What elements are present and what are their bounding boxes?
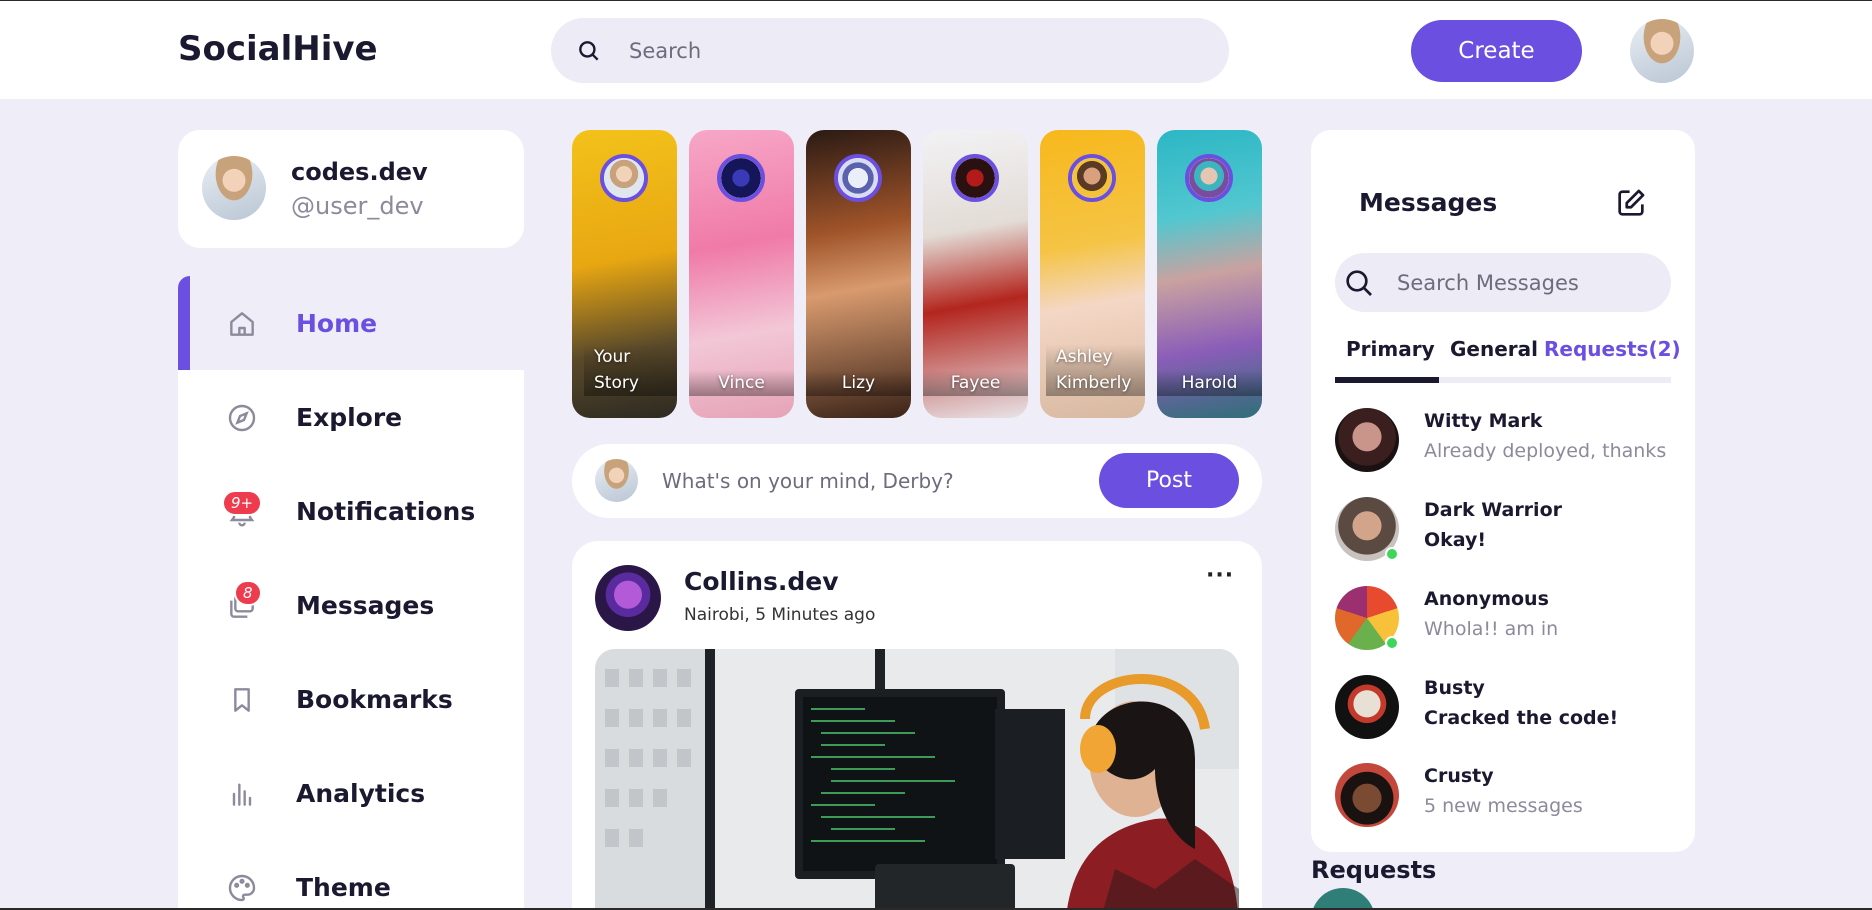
message-avatar [1335, 408, 1399, 472]
sidebar-item-label: Messages [296, 590, 435, 620]
messages-tabs: Primary General Requests(2) [1335, 337, 1681, 377]
story-card[interactable]: Your Story [572, 130, 677, 418]
post-input[interactable] [662, 444, 1062, 518]
message-preview: 5 new messages [1424, 795, 1583, 817]
message-preview: Already deployed, thanks [1424, 440, 1667, 462]
sidebar-item-bookmarks[interactable]: Bookmarks [178, 652, 524, 746]
message-sender: Anonymous [1424, 588, 1549, 610]
story-avatar [600, 154, 648, 202]
message-sender: Busty [1424, 677, 1485, 699]
sidebar-item-messages[interactable]: 8 Messages [178, 558, 524, 652]
story-card[interactable]: Fayee [923, 130, 1028, 418]
search-input[interactable] [629, 18, 1189, 83]
home-icon [226, 308, 258, 340]
story-avatar [1185, 154, 1233, 202]
analytics-icon [226, 778, 258, 810]
sidebar-item-explore[interactable]: Explore [178, 370, 524, 464]
create-post-bar: Post [572, 444, 1262, 518]
create-button[interactable]: Create [1411, 20, 1582, 82]
post-button[interactable]: Post [1099, 453, 1239, 508]
feed-post: Collins.dev Nairobi, 5 Minutes ago ··· [572, 541, 1262, 910]
sidebar-item-label: Explore [296, 402, 403, 432]
request-avatar[interactable] [1311, 888, 1375, 910]
message-item[interactable]: Witty Mark Already deployed, thanks [1335, 408, 1675, 478]
sidebar-item-analytics[interactable]: Analytics [178, 746, 524, 840]
messages-badge: 8 [234, 580, 262, 606]
edit-icon[interactable] [1614, 186, 1648, 224]
tabs-underline [1335, 377, 1671, 383]
profile-handle: @user_dev [291, 192, 424, 220]
story-avatar [1068, 154, 1116, 202]
story-name: Fayee [923, 370, 1028, 396]
post-author-name[interactable]: Collins.dev [684, 567, 839, 596]
brand-logo[interactable]: SocialHive [178, 29, 378, 69]
composer-avatar [595, 459, 638, 502]
messages-search[interactable] [1335, 253, 1671, 312]
sidebar-item-notifications[interactable]: 9+ Notifications [178, 464, 524, 558]
message-sender: Dark Warrior [1424, 499, 1562, 521]
post-image[interactable] [595, 649, 1239, 910]
search-icon [1343, 267, 1375, 303]
sidebar-item-label: Analytics [296, 778, 426, 808]
story-name: Harold [1157, 370, 1262, 396]
story-avatar [951, 154, 999, 202]
online-indicator [1385, 636, 1399, 650]
palette-icon [226, 872, 258, 904]
message-avatar [1335, 763, 1399, 827]
post-meta: Nairobi, 5 Minutes ago [684, 605, 876, 625]
story-name: Your Story [584, 344, 677, 396]
bookmark-icon [226, 684, 258, 716]
search-icon [576, 38, 602, 68]
requests-heading: Requests [1311, 856, 1437, 884]
notifications-badge: 9+ [222, 490, 263, 516]
story-avatar [717, 154, 765, 202]
message-item[interactable]: Anonymous Whola!! am in [1335, 586, 1675, 656]
story-card[interactable]: Ashley Kimberly [1040, 130, 1145, 418]
sidebar-item-label: Home [296, 308, 378, 338]
online-indicator [1385, 547, 1399, 561]
story-avatar [834, 154, 882, 202]
sidebar-item-label: Bookmarks [296, 684, 453, 714]
message-item[interactable]: Dark Warrior Okay! [1335, 497, 1675, 567]
message-preview: Cracked the code! [1424, 707, 1619, 729]
sidebar-item-theme[interactable]: Theme [178, 840, 524, 910]
sidebar-item-label: Theme [296, 872, 391, 902]
search-bar[interactable] [551, 18, 1229, 83]
messages-title: Messages [1359, 188, 1498, 217]
messages-panel: Messages Primary General Requests(2) Wit… [1311, 130, 1695, 852]
story-name: Ashley Kimberly [1046, 344, 1145, 396]
tab-requests[interactable]: Requests(2) [1544, 337, 1681, 361]
profile-card[interactable]: codes.dev @user_dev [178, 130, 524, 248]
profile-avatar [202, 156, 266, 220]
message-item[interactable]: Busty Cracked the code! [1335, 675, 1675, 745]
message-preview: Okay! [1424, 529, 1487, 551]
more-options-icon[interactable]: ··· [1206, 563, 1234, 588]
profile-name: codes.dev [291, 158, 428, 186]
navbar: SocialHive Create [0, 1, 1872, 99]
tab-general[interactable]: General [1450, 337, 1538, 361]
story-name: Vince [689, 370, 794, 396]
sidebar-item-label: Notifications [296, 496, 476, 526]
story-card[interactable]: Lizy [806, 130, 911, 418]
story-name: Lizy [806, 370, 911, 396]
messages-search-input[interactable] [1397, 253, 1657, 312]
message-sender: Crusty [1424, 765, 1494, 787]
story-card[interactable]: Harold [1157, 130, 1262, 418]
message-preview: Whola!! am in [1424, 618, 1559, 640]
story-card[interactable]: Vince [689, 130, 794, 418]
active-tab-indicator [1335, 377, 1439, 383]
user-avatar[interactable] [1630, 19, 1694, 83]
message-item[interactable]: Crusty 5 new messages [1335, 763, 1675, 833]
post-author-avatar[interactable] [595, 565, 661, 631]
message-sender: Witty Mark [1424, 410, 1543, 432]
compass-icon [226, 402, 258, 434]
sidebar: Home Explore 9+ Notifications 8 Messages… [178, 276, 524, 910]
sidebar-item-home[interactable]: Home [178, 276, 524, 370]
message-avatar [1335, 675, 1399, 739]
tab-primary[interactable]: Primary [1346, 337, 1435, 361]
